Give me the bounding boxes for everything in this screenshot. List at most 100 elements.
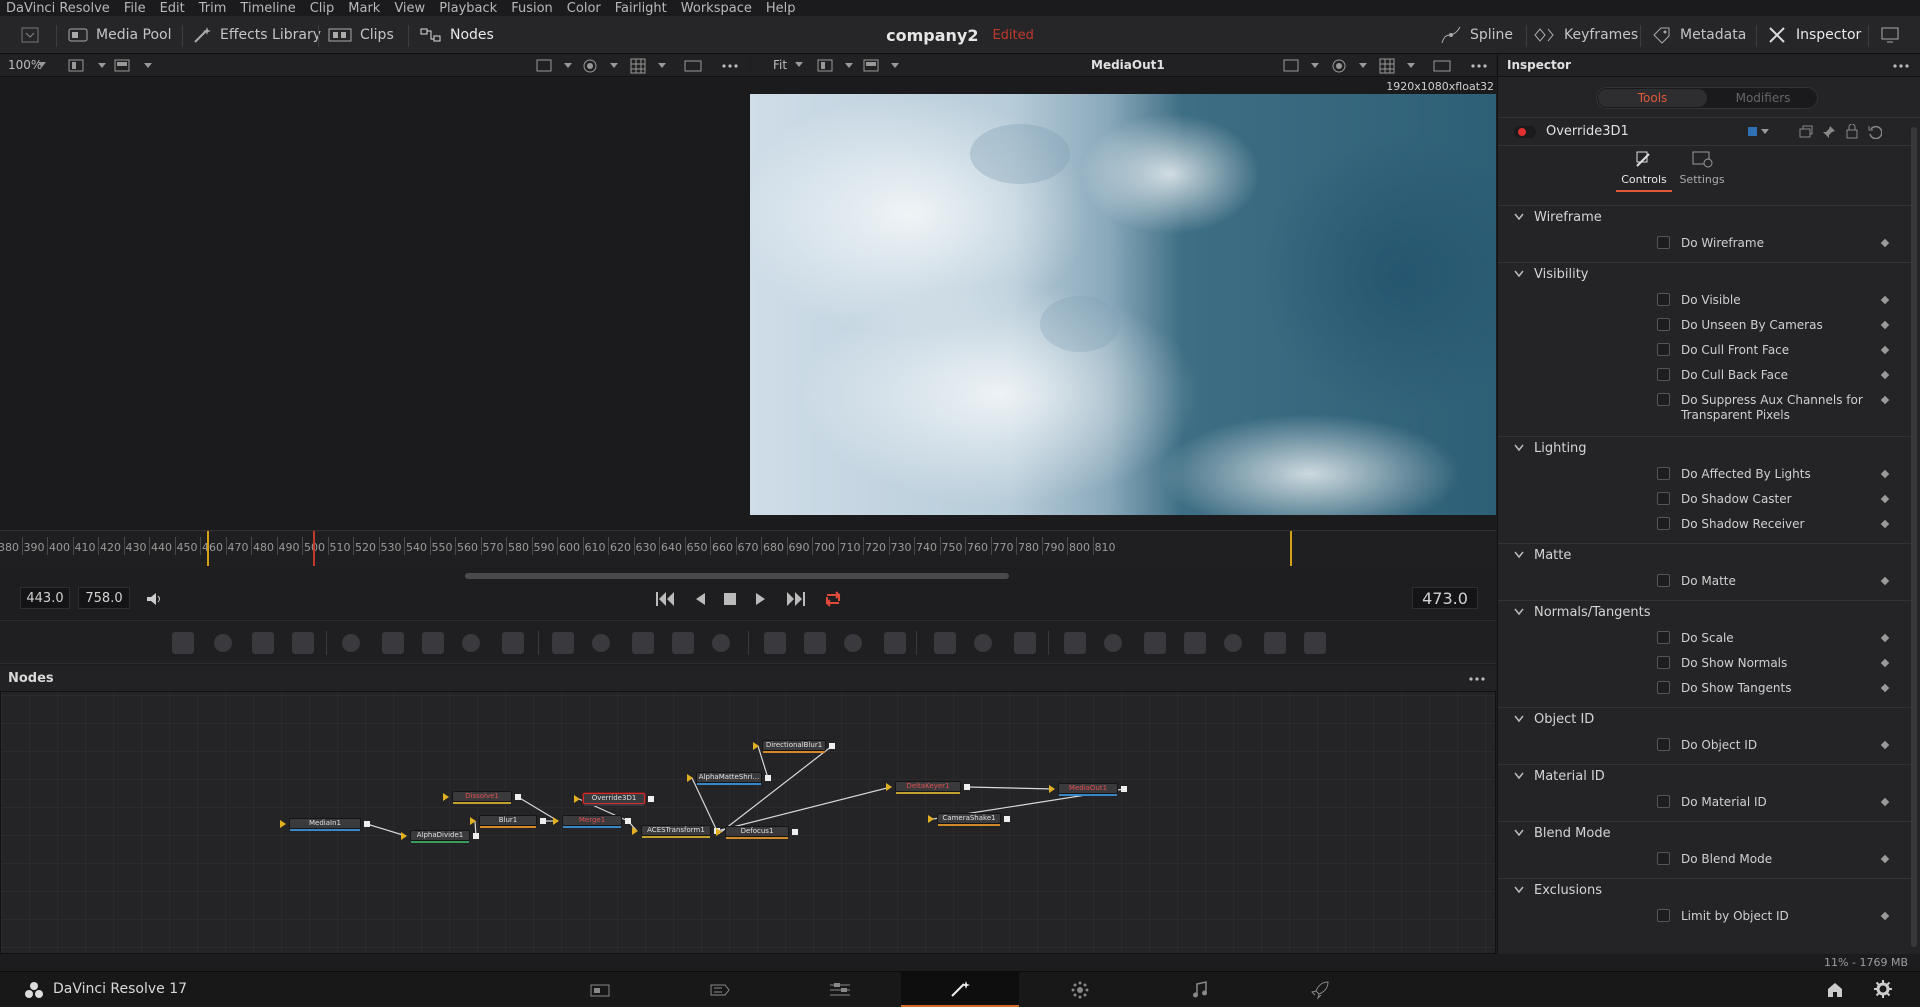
keyframe-diamond-icon[interactable] (1880, 395, 1890, 405)
checkbox[interactable] (1657, 318, 1670, 331)
roi-icon[interactable] (1283, 59, 1323, 73)
node-output[interactable] (648, 796, 654, 802)
menu-playback[interactable]: Playback (439, 1, 497, 16)
menu-timeline[interactable]: Timeline (240, 1, 295, 16)
fullscreen-button[interactable] (1880, 16, 1900, 54)
node-input[interactable] (928, 815, 934, 823)
section-visibility[interactable]: Visibility (1498, 262, 1912, 286)
node-output[interactable] (625, 818, 631, 824)
viewer-layout-icon[interactable] (817, 59, 857, 73)
node-deltakeyer1[interactable]: DeltaKeyer1 (895, 781, 961, 794)
node-camerashake1[interactable]: CameraShake1 (937, 813, 1001, 826)
resize-tool-icon[interactable] (712, 634, 730, 652)
grid-icon[interactable] (630, 58, 670, 74)
keyframes-button[interactable]: Keyframes (1534, 16, 1638, 54)
keyframe-diamond-icon[interactable] (1880, 494, 1890, 504)
node-input[interactable] (470, 817, 476, 825)
media-pool-button[interactable]: Media Pool (68, 16, 171, 54)
page-fairlight[interactable] (1141, 972, 1259, 1007)
timeline-scroll-handle[interactable] (465, 573, 1009, 579)
node-blur1[interactable]: Blur1 (479, 815, 537, 828)
checkbox[interactable] (1657, 492, 1670, 505)
section-exclusions[interactable]: Exclusions (1498, 878, 1912, 902)
more-options-icon[interactable] (1471, 64, 1487, 68)
menu-workspace[interactable]: Workspace (681, 1, 752, 16)
node-output[interactable] (792, 829, 798, 835)
checkbox[interactable] (1657, 909, 1670, 922)
keyframe-diamond-icon[interactable] (1880, 683, 1890, 693)
keyframe-diamond-icon[interactable] (1880, 797, 1890, 807)
checkbox[interactable] (1657, 467, 1670, 480)
node-override3d1[interactable]: Override3D1 (583, 793, 645, 806)
spline-button[interactable]: Spline (1440, 16, 1513, 54)
shape3d-icon[interactable] (1064, 632, 1086, 654)
node-defocus1[interactable]: Defocus1 (725, 826, 789, 839)
node-output[interactable] (1121, 786, 1127, 792)
node-editor[interactable]: MediaIn1 AlphaDivide1 Dissolve1 Blur1 Overri… (0, 666, 1496, 954)
chevron-down-icon[interactable] (795, 62, 803, 68)
node-alphadivide1[interactable]: AlphaDivide1 (410, 830, 470, 843)
node-mediaout1[interactable]: MediaOut1 (1058, 783, 1118, 796)
go-to-end-icon[interactable] (784, 591, 806, 607)
merge3d-icon[interactable] (1104, 634, 1122, 652)
current-frame-field[interactable]: 473.0 (1412, 587, 1478, 609)
node-input[interactable] (632, 827, 638, 835)
clips-button[interactable]: Clips (328, 16, 394, 54)
checkbox[interactable] (1657, 293, 1670, 306)
page-edit[interactable] (781, 972, 899, 1007)
keyframe-diamond-icon[interactable] (1880, 345, 1890, 355)
viewer-layout-icon[interactable] (68, 59, 108, 73)
viewer-lut-icon[interactable] (114, 59, 154, 73)
menu-fusion[interactable]: Fusion (511, 1, 553, 16)
render-end-marker[interactable] (1290, 531, 1292, 566)
time-ruler[interactable]: 3803904004104204304404504604704804905005… (0, 530, 1496, 566)
node-output[interactable] (964, 784, 970, 790)
keyframe-diamond-icon[interactable] (1880, 658, 1890, 668)
node-input[interactable] (1049, 785, 1055, 793)
node-input[interactable] (574, 795, 580, 803)
fbx-icon[interactable] (1304, 632, 1326, 654)
checkbox[interactable] (1657, 236, 1670, 249)
transform-tool-icon[interactable] (672, 632, 694, 654)
inspector-button[interactable]: Inspector (1768, 16, 1861, 54)
keyframe-diamond-icon[interactable] (1880, 469, 1890, 479)
menu-trim[interactable]: Trim (199, 1, 227, 16)
node-output[interactable] (473, 833, 479, 839)
keyframe-diamond-icon[interactable] (1880, 740, 1890, 750)
more-options-icon[interactable] (722, 64, 738, 68)
render-start-field[interactable]: 443.0 (20, 587, 70, 609)
menu-file[interactable]: File (124, 1, 146, 16)
roi-icon[interactable] (536, 59, 576, 73)
page-color[interactable] (1021, 972, 1139, 1007)
node-output[interactable] (364, 821, 370, 827)
checkbox[interactable] (1657, 656, 1670, 669)
node-output[interactable] (1004, 816, 1010, 822)
play-reverse-icon[interactable] (693, 591, 707, 607)
menu-mark[interactable]: Mark (348, 1, 380, 16)
node-alphamatteshri[interactable]: AlphaMatteShri... (696, 772, 762, 785)
page-deliver[interactable] (1261, 972, 1379, 1007)
go-to-start-icon[interactable] (655, 591, 677, 607)
checkbox[interactable] (1657, 795, 1670, 808)
panel-toggle-button[interactable] (18, 16, 42, 54)
checkbox[interactable] (1657, 852, 1670, 865)
brightness-contrast-icon[interactable] (462, 634, 480, 652)
renderer3d-icon[interactable] (1224, 634, 1242, 652)
menu-app[interactable]: DaVinci Resolve (6, 1, 110, 16)
section-wireframe[interactable]: Wireframe (1498, 205, 1912, 229)
effects-library-button[interactable]: Effects Library (192, 16, 321, 54)
grid-icon[interactable] (1379, 58, 1419, 74)
node-dissolve1[interactable]: Dissolve1 (452, 791, 512, 804)
keyframe-diamond-icon[interactable] (1880, 854, 1890, 864)
particle-kill-icon[interactable] (1014, 632, 1036, 654)
node-mediain1[interactable]: MediaIn1 (289, 818, 361, 831)
menu-edit[interactable]: Edit (160, 1, 185, 16)
keyframe-diamond-icon[interactable] (1880, 911, 1890, 921)
checkbox[interactable] (1657, 681, 1670, 694)
checkbox[interactable] (1657, 343, 1670, 356)
viewer-lut-icon[interactable] (863, 59, 903, 73)
menu-help[interactable]: Help (766, 1, 796, 16)
checkbox[interactable] (1657, 393, 1670, 406)
image-plane-icon[interactable] (214, 634, 232, 652)
menu-color[interactable]: Color (567, 1, 601, 16)
